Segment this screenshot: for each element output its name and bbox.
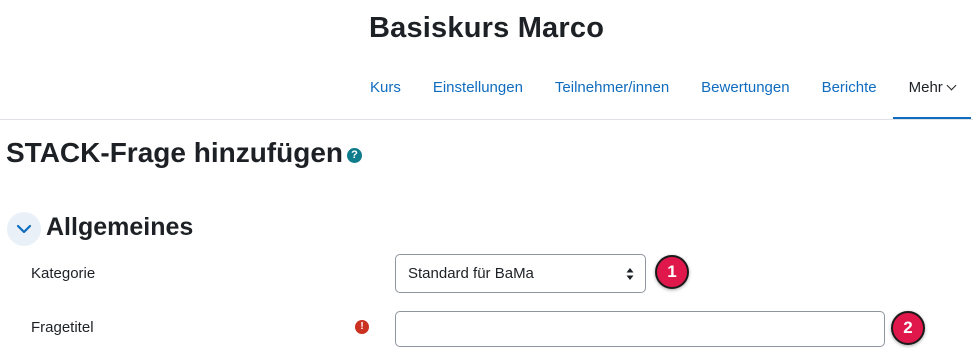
question-title-label: Fragetitel: [31, 319, 94, 336]
course-title: Basiskurs Marco: [369, 12, 605, 44]
nav-item-teilnehmer[interactable]: Teilnehmer/innen: [539, 64, 685, 120]
help-icon[interactable]: ?: [347, 148, 362, 163]
question-title-input[interactable]: [395, 311, 885, 347]
nav-item-berichte[interactable]: Berichte: [806, 64, 893, 120]
select-arrows-icon: [626, 268, 634, 280]
section-collapse-button[interactable]: [7, 212, 41, 246]
section-title: Allgemeines: [46, 213, 194, 241]
category-selected-value: Standard für BaMa: [408, 265, 534, 282]
page-title: STACK-Frage hinzufügen: [6, 137, 344, 168]
annotation-badge-2: 2: [891, 311, 925, 345]
header-divider: [0, 119, 973, 120]
nav-item-mehr-label: Mehr: [908, 79, 943, 96]
nav-item-mehr[interactable]: Mehr: [892, 64, 971, 120]
chevron-down-icon: [946, 80, 957, 91]
category-label: Kategorie: [31, 265, 96, 282]
nav-item-einstellungen[interactable]: Einstellungen: [417, 64, 539, 120]
secondary-navigation: Kurs Einstellungen Teilnehmer/innen Bewe…: [354, 64, 971, 120]
category-select[interactable]: Standard für BaMa: [395, 254, 646, 293]
annotation-badge-1: 1: [655, 255, 689, 289]
required-icon: !: [355, 320, 369, 334]
nav-item-kurs[interactable]: Kurs: [354, 64, 417, 120]
nav-item-bewertungen[interactable]: Bewertungen: [685, 64, 805, 120]
chevron-down-icon: [16, 224, 32, 234]
